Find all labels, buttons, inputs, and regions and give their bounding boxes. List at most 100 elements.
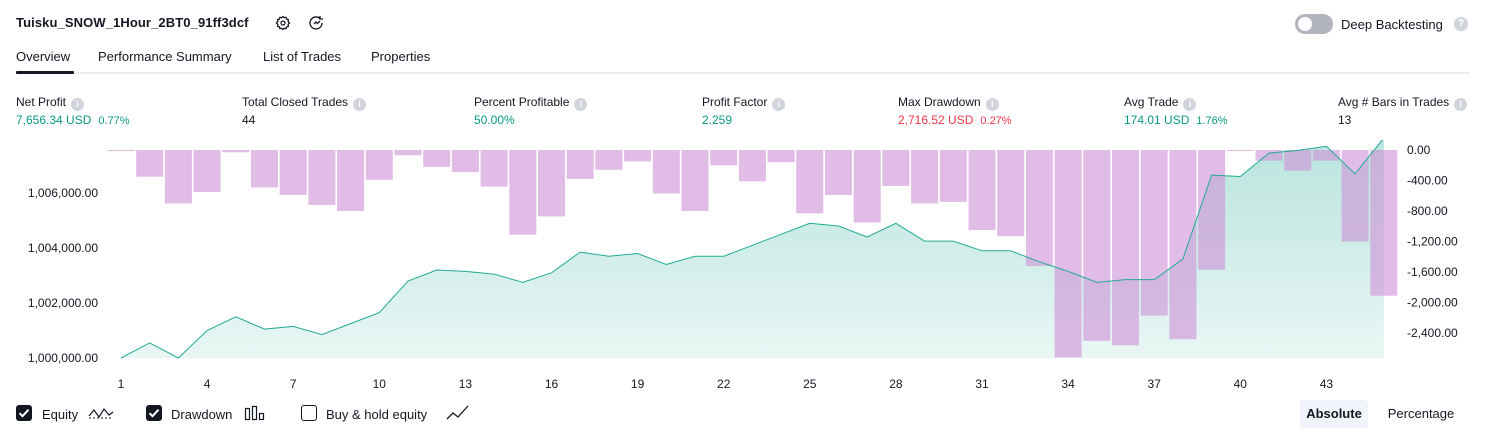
metric-label: Avg # Bars in Trades i [1338, 95, 1468, 111]
y-right-tick-label: -1,200.00 [1407, 235, 1458, 249]
metric-value-text: 2,716.52 USD [898, 113, 974, 127]
tab-performance-summary[interactable]: Performance Summary [98, 49, 232, 64]
drawdown-bar [997, 150, 1025, 237]
info-icon[interactable]: i [772, 98, 786, 111]
deep-backtesting-toggle[interactable] [1295, 14, 1333, 34]
metric-percent: 1.76% [1196, 115, 1228, 127]
equity-label: Equity [42, 407, 79, 422]
metric-value: 13 [1338, 113, 1351, 127]
metric-value: 2,716.52 USD 0.27% [898, 113, 1012, 127]
drawdown-bar [681, 150, 709, 211]
tab-overview[interactable]: Overview [16, 49, 70, 64]
metric-label-text: Percent Profitable [474, 95, 570, 109]
x-tick-label: 22 [717, 377, 731, 390]
drawdown-bar [337, 150, 365, 211]
tab-properties[interactable]: Properties [371, 49, 430, 64]
y-right-tick-label: -2,000.00 [1407, 296, 1458, 310]
y-left-tick-label: 1,002,000.00 [28, 296, 98, 310]
metric-label-text: Max Drawdown [898, 95, 981, 109]
drawdown-bar [222, 150, 250, 153]
drawdown-bar [509, 150, 537, 235]
drawdown-bar [107, 150, 135, 151]
info-icon[interactable]: i [574, 98, 588, 111]
settings-icon[interactable] [274, 14, 292, 32]
y-right-tick-label: -2,400.00 [1407, 326, 1458, 340]
metric-percent: 0.77% [98, 115, 130, 127]
buy-hold-legend-icon [446, 404, 470, 427]
compare-icon[interactable] [308, 14, 326, 32]
x-tick-label: 7 [290, 377, 297, 390]
buy-hold-checkbox[interactable] [301, 405, 317, 421]
x-tick-label: 16 [545, 377, 559, 390]
metric-value: 174.01 USD 1.76% [1124, 113, 1228, 127]
x-tick-label: 28 [889, 377, 903, 390]
drawdown-checkbox[interactable] [146, 405, 162, 421]
drawdown-bar [480, 150, 508, 187]
drawdown-bar [1112, 150, 1139, 346]
percentage-button[interactable]: Percentage [1378, 400, 1464, 428]
equity-checkbox[interactable] [16, 405, 32, 421]
tab-list-of-trades[interactable]: List of Trades [263, 49, 341, 64]
metric-value-text: 174.01 USD [1124, 113, 1190, 127]
absolute-button[interactable]: Absolute [1300, 400, 1368, 428]
info-icon[interactable]: i [353, 98, 367, 111]
drawdown-bar [451, 150, 479, 173]
info-icon[interactable]: i [1183, 98, 1197, 111]
help-icon[interactable]: ? [1454, 17, 1468, 31]
metric-value: 7,656.34 USD 0.77% [16, 113, 130, 127]
x-tick-label: 1 [118, 377, 125, 390]
y-right-tick-label: -1,600.00 [1407, 265, 1458, 279]
drawdown-bar [710, 150, 738, 166]
y-right-tick-label: -400.00 [1407, 174, 1448, 188]
x-tick-label: 4 [204, 377, 211, 390]
tabs-divider [16, 72, 1470, 74]
drawdown-bar [968, 150, 996, 231]
drawdown-bar [1140, 150, 1168, 316]
x-tick-label: 31 [975, 377, 989, 390]
y-left-tick-label: 1,004,000.00 [28, 241, 98, 255]
drawdown-bar [882, 150, 910, 186]
drawdown-bar [566, 150, 594, 179]
drawdown-bar [595, 150, 623, 170]
info-icon[interactable]: i [1454, 98, 1468, 111]
metric-label: Max Drawdown i [898, 95, 999, 111]
drawdown-bar [423, 150, 451, 167]
drawdown-bar [1284, 150, 1312, 171]
x-tick-label: 19 [631, 377, 645, 390]
drawdown-legend-icon [244, 404, 266, 427]
drawdown-bar [1198, 150, 1226, 270]
x-tick-label: 37 [1148, 377, 1162, 390]
drawdown-bar [365, 150, 393, 180]
metric-value-text: 2.259 [702, 113, 733, 127]
deep-backtesting-label: Deep Backtesting [1341, 17, 1443, 32]
metric-label-text: Profit Factor [702, 95, 768, 109]
info-icon[interactable]: i [71, 98, 85, 111]
metric-label-text: Avg Trade [1124, 95, 1179, 109]
drawdown-bar [1341, 150, 1369, 242]
drawdown-label: Drawdown [171, 407, 233, 422]
drawdown-bar [251, 150, 278, 188]
drawdown-bar [279, 150, 307, 195]
x-tick-label: 13 [459, 377, 473, 390]
drawdown-bar [308, 150, 336, 205]
drawdown-bar [1370, 150, 1398, 296]
drawdown-bar [1226, 150, 1254, 151]
metric-label: Net Profit i [16, 95, 85, 111]
y-right-tick-label: -800.00 [1407, 204, 1448, 218]
metric-label-text: Avg # Bars in Trades [1338, 95, 1450, 109]
metric-value: 44 [242, 113, 255, 127]
metric-value-text: 7,656.34 USD [16, 113, 92, 127]
active-tab-indicator [16, 71, 74, 74]
x-tick-label: 34 [1061, 377, 1075, 390]
metric-label: Avg Trade i [1124, 95, 1197, 111]
metric-label: Profit Factor i [702, 95, 786, 111]
drawdown-bar [796, 150, 824, 214]
info-icon[interactable]: i [985, 98, 999, 111]
metric-value: 50.00% [474, 113, 515, 127]
buy-hold-label: Buy & hold equity [326, 407, 428, 422]
metric-label: Percent Profitable i [474, 95, 588, 111]
x-tick-label: 10 [373, 377, 387, 390]
x-tick-label: 40 [1234, 377, 1248, 390]
drawdown-bar [1169, 150, 1197, 340]
x-tick-label: 43 [1320, 377, 1334, 390]
